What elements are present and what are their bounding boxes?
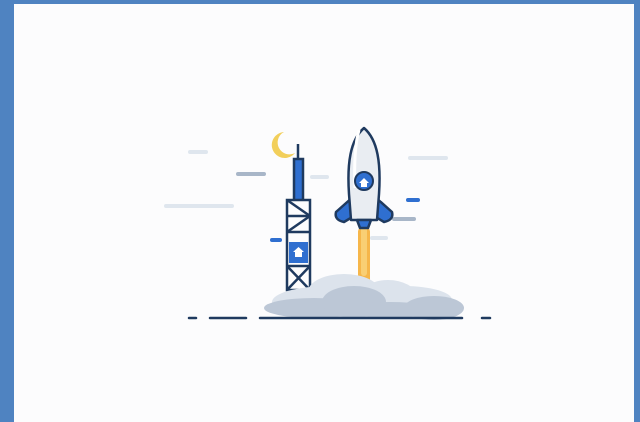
launch-tower-icon <box>285 144 312 292</box>
rocket-launch-illustration <box>164 126 492 320</box>
moon-icon <box>271 132 295 158</box>
main-panel <box>14 4 634 422</box>
rocket-icon <box>334 126 394 230</box>
